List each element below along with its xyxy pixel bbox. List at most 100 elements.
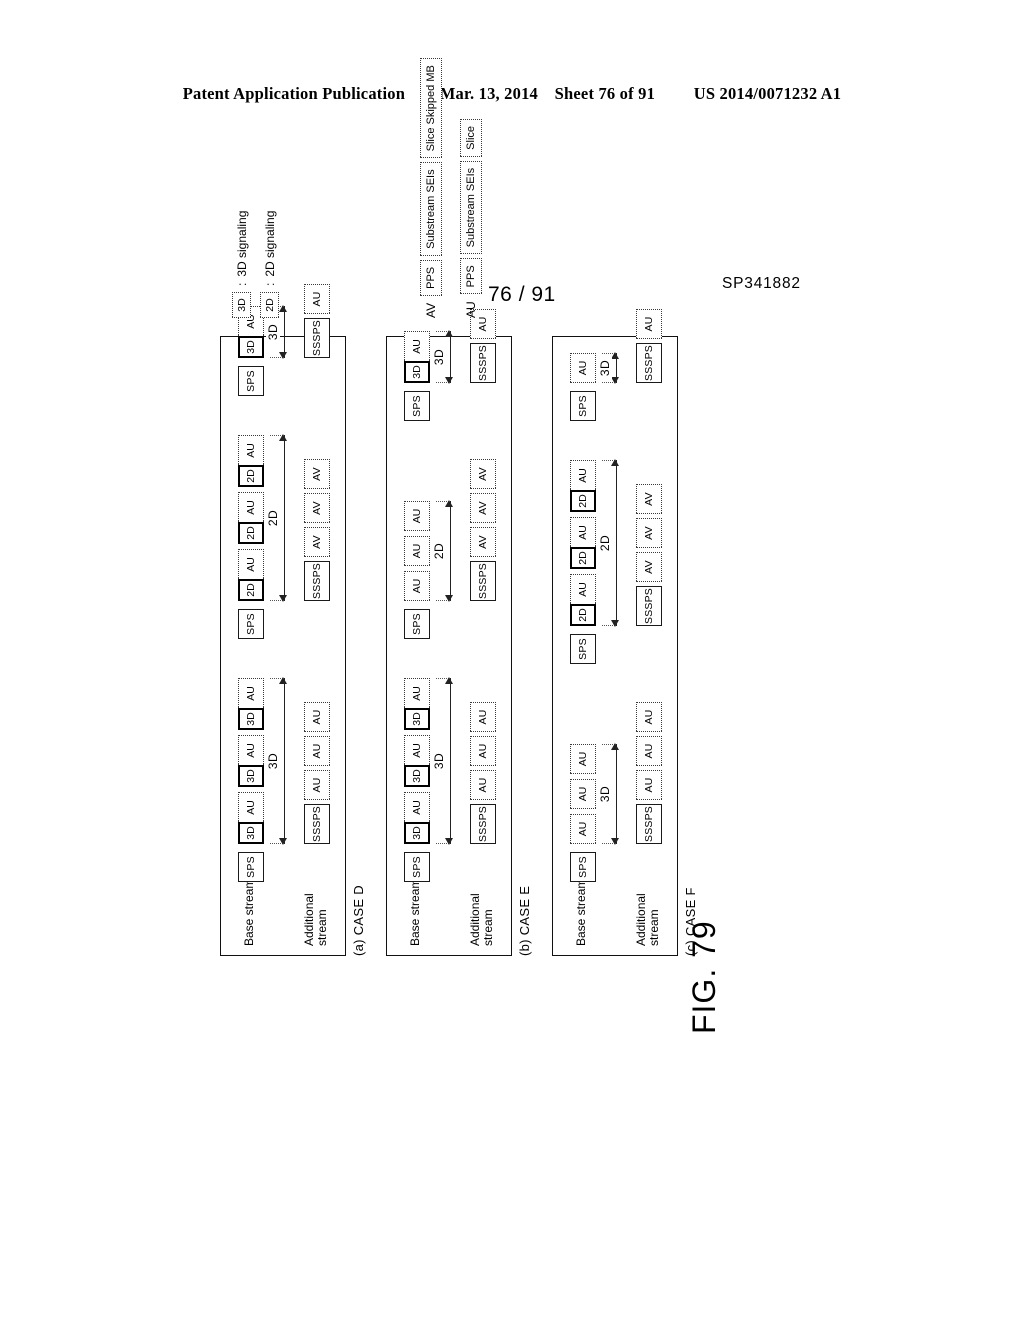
au-box: AU xyxy=(636,736,662,766)
base-stream-label: Base stream xyxy=(574,878,588,946)
legend-text: 2D signaling xyxy=(262,210,277,277)
legend-structure-row: AU PPS Substream SEIs Slice xyxy=(460,118,482,318)
signaling-marker: 2D xyxy=(238,579,264,601)
signaling-marker: 3D xyxy=(404,361,430,383)
segment-span-arrow: 2D xyxy=(598,459,619,627)
av-box: AV xyxy=(470,493,496,523)
header-publication: Patent Application Publication xyxy=(182,84,406,103)
signaling-marker: 2D xyxy=(570,490,596,512)
span-arrowhead-right xyxy=(444,677,453,684)
segment-span-arrow: 3D xyxy=(598,743,619,845)
au-cell: AU xyxy=(570,353,596,383)
span-line xyxy=(449,501,451,601)
au-box: AU xyxy=(470,736,496,766)
au-cell: 2D AU xyxy=(238,492,264,544)
segment-span-arrow: 3D xyxy=(598,352,619,384)
au-box: AU xyxy=(238,735,264,765)
legend-text: 3D signaling xyxy=(234,210,249,277)
au-box: AU xyxy=(404,571,430,601)
signaling-marker: 3D xyxy=(238,336,264,358)
span-label: 3D xyxy=(598,356,612,380)
span-arrowhead-left xyxy=(444,595,453,602)
span-arrowhead-left xyxy=(610,620,619,627)
sssps-box: SSSPS xyxy=(470,561,496,601)
sps-box: SPS xyxy=(404,609,430,639)
base-stream-label: Base stream xyxy=(408,878,422,946)
au-cell: AU xyxy=(570,779,596,809)
span-line xyxy=(283,435,285,601)
legend-structure-part: Substream SEIs xyxy=(420,162,442,256)
span-line xyxy=(449,331,451,383)
signaling-marker: 3D xyxy=(238,708,264,730)
au-box: AU xyxy=(304,284,330,314)
au-cell: 2D AU xyxy=(570,574,596,626)
case-label-c: (c) CASE F xyxy=(683,887,698,956)
span-arrowhead-left xyxy=(278,352,287,359)
au-cell: 2D AU xyxy=(570,517,596,569)
legend-separator: : xyxy=(262,282,277,286)
additional-stream-label: Additional stream xyxy=(302,893,330,946)
legend-structure-part: Slice Skipped MB xyxy=(420,58,442,159)
sps-box: SPS xyxy=(238,852,264,882)
au-box: AU xyxy=(470,770,496,800)
span-line xyxy=(615,460,617,626)
legend-marker-box: 3D xyxy=(232,292,251,318)
additional-stream-label: Additional stream xyxy=(468,893,496,946)
signaling-marker: 3D xyxy=(404,822,430,844)
au-cell: 3D AU xyxy=(404,678,430,730)
sssps-box: SSSPS xyxy=(470,804,496,844)
case-label-a: (a) CASE D xyxy=(351,885,366,956)
span-arrowhead-left xyxy=(610,838,619,845)
au-box: AU xyxy=(570,353,596,383)
sssps-box: SSSPS xyxy=(304,561,330,601)
av-box: AV xyxy=(470,527,496,557)
legend-marker-box: 2D xyxy=(260,292,279,318)
span-label: 2D xyxy=(598,531,612,555)
legend-structure-part: Slice xyxy=(460,118,482,157)
page-header: Patent Application Publication Mar. 13, … xyxy=(0,84,1024,104)
header-patent-number: US 2014/0071232 A1 xyxy=(693,84,842,103)
au-box: AU xyxy=(404,735,430,765)
legend-signaling-item: 3D: 3D signaling xyxy=(232,211,251,318)
sps-box: SPS xyxy=(404,391,430,421)
au-cell: AU xyxy=(570,744,596,774)
au-box: AU xyxy=(570,574,596,604)
au-box: AU xyxy=(404,331,430,361)
span-arrowhead-right xyxy=(278,677,287,684)
legend-structure-part: Substream SEIs xyxy=(460,160,482,255)
au-cell: 3D AU xyxy=(404,792,430,844)
signaling-marker: 2D xyxy=(570,604,596,626)
span-label: 3D xyxy=(266,749,280,773)
au-box: AU xyxy=(238,549,264,579)
au-box: AU xyxy=(570,460,596,490)
span-line xyxy=(283,306,285,358)
segment-span-arrow: 2D xyxy=(266,434,287,602)
signaling-marker: 2D xyxy=(238,522,264,544)
au-cell: 2D AU xyxy=(238,549,264,601)
sps-box: SPS xyxy=(570,852,596,882)
au-box: AU xyxy=(238,492,264,522)
span-arrowhead-left xyxy=(444,838,453,845)
au-box: AU xyxy=(570,744,596,774)
au-cell: AU xyxy=(404,536,430,566)
signaling-marker: 3D xyxy=(238,822,264,844)
au-box: AU xyxy=(636,770,662,800)
legend-structure-name: AU xyxy=(464,301,478,318)
sps-box: SPS xyxy=(404,852,430,882)
signaling-marker: 3D xyxy=(238,765,264,787)
legend-structure-part: PPS xyxy=(460,258,482,295)
span-line xyxy=(615,744,617,844)
span-arrowhead-right xyxy=(444,500,453,507)
av-box: AV xyxy=(636,484,662,514)
header-date: Mar. 13, 2014 xyxy=(439,84,538,103)
legend-structure-name: AV xyxy=(424,302,438,318)
au-cell: 3D AU xyxy=(238,735,264,787)
au-box: AU xyxy=(404,536,430,566)
span-line xyxy=(283,678,285,844)
segment-span-arrow: 3D xyxy=(266,305,287,359)
legend-structure-part: PPS xyxy=(420,259,442,296)
span-label: 2D xyxy=(432,539,446,563)
au-cell: 3D AU xyxy=(404,331,430,383)
au-box: AU xyxy=(404,501,430,531)
signaling-marker: 3D xyxy=(404,765,430,787)
